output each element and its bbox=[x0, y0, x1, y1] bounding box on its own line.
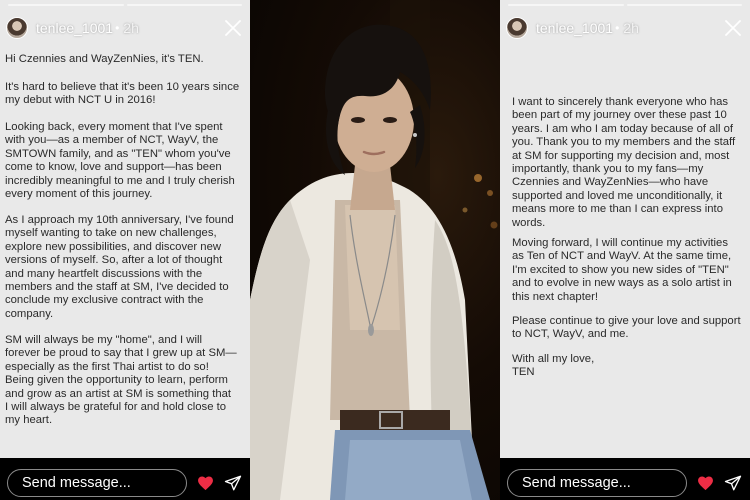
progress-segment bbox=[626, 4, 742, 6]
story-header: tenlee_1001 • 2h bbox=[506, 14, 744, 42]
story-paragraph: As I approach my 10th anniversary, I've … bbox=[5, 214, 234, 320]
username[interactable]: tenlee_1001 bbox=[36, 20, 113, 36]
username[interactable]: tenlee_1001 bbox=[536, 20, 613, 36]
send-message-input[interactable]: Send message... bbox=[7, 469, 187, 497]
story-paragraph: Looking back, every moment that I've spe… bbox=[5, 121, 235, 201]
story-paragraph: Moving forward, I will continue my activ… bbox=[512, 237, 732, 303]
story-left: tenlee_1001 • 2h Hi Czennies and WayZenN… bbox=[0, 0, 250, 500]
send-icon[interactable] bbox=[724, 474, 742, 492]
progress-segment bbox=[8, 4, 124, 6]
story-right: tenlee_1001 • 2h I want to sincerely tha… bbox=[500, 0, 750, 500]
progress-segment bbox=[126, 4, 242, 6]
reply-bar: Send message... bbox=[0, 458, 250, 500]
close-icon[interactable] bbox=[724, 19, 742, 37]
verified-dot-icon: • bbox=[615, 21, 620, 35]
verified-dot-icon: • bbox=[115, 21, 120, 35]
portrait-image bbox=[250, 0, 498, 500]
avatar[interactable] bbox=[6, 17, 28, 39]
story-paragraph: I want to sincerely thank everyone who h… bbox=[512, 96, 736, 229]
progress-segment bbox=[508, 4, 624, 6]
close-icon[interactable] bbox=[224, 19, 242, 37]
portrait-photo bbox=[250, 0, 500, 500]
avatar[interactable] bbox=[506, 17, 528, 39]
send-icon[interactable] bbox=[224, 474, 242, 492]
story-paragraph: With all my love, TEN bbox=[512, 353, 595, 379]
heart-icon[interactable] bbox=[697, 475, 714, 491]
send-message-input[interactable]: Send message... bbox=[507, 469, 687, 497]
story-header: tenlee_1001 • 2h bbox=[6, 14, 244, 42]
reply-bar: Send message... bbox=[500, 458, 750, 500]
story-paragraph: Hi Czennies and WayZenNies, it's TEN. bbox=[5, 53, 204, 65]
story-paragraph: SM will always be my "home", and I will … bbox=[5, 334, 237, 427]
story-paragraph: Please continue to give your love and su… bbox=[512, 315, 741, 341]
story-paragraph: It's hard to believe that it's been 10 y… bbox=[5, 81, 240, 107]
heart-icon[interactable] bbox=[197, 475, 214, 491]
post-time: 2h bbox=[123, 20, 139, 36]
story-progress-bar bbox=[8, 4, 242, 6]
story-progress-bar bbox=[508, 4, 742, 6]
post-time: 2h bbox=[623, 20, 639, 36]
